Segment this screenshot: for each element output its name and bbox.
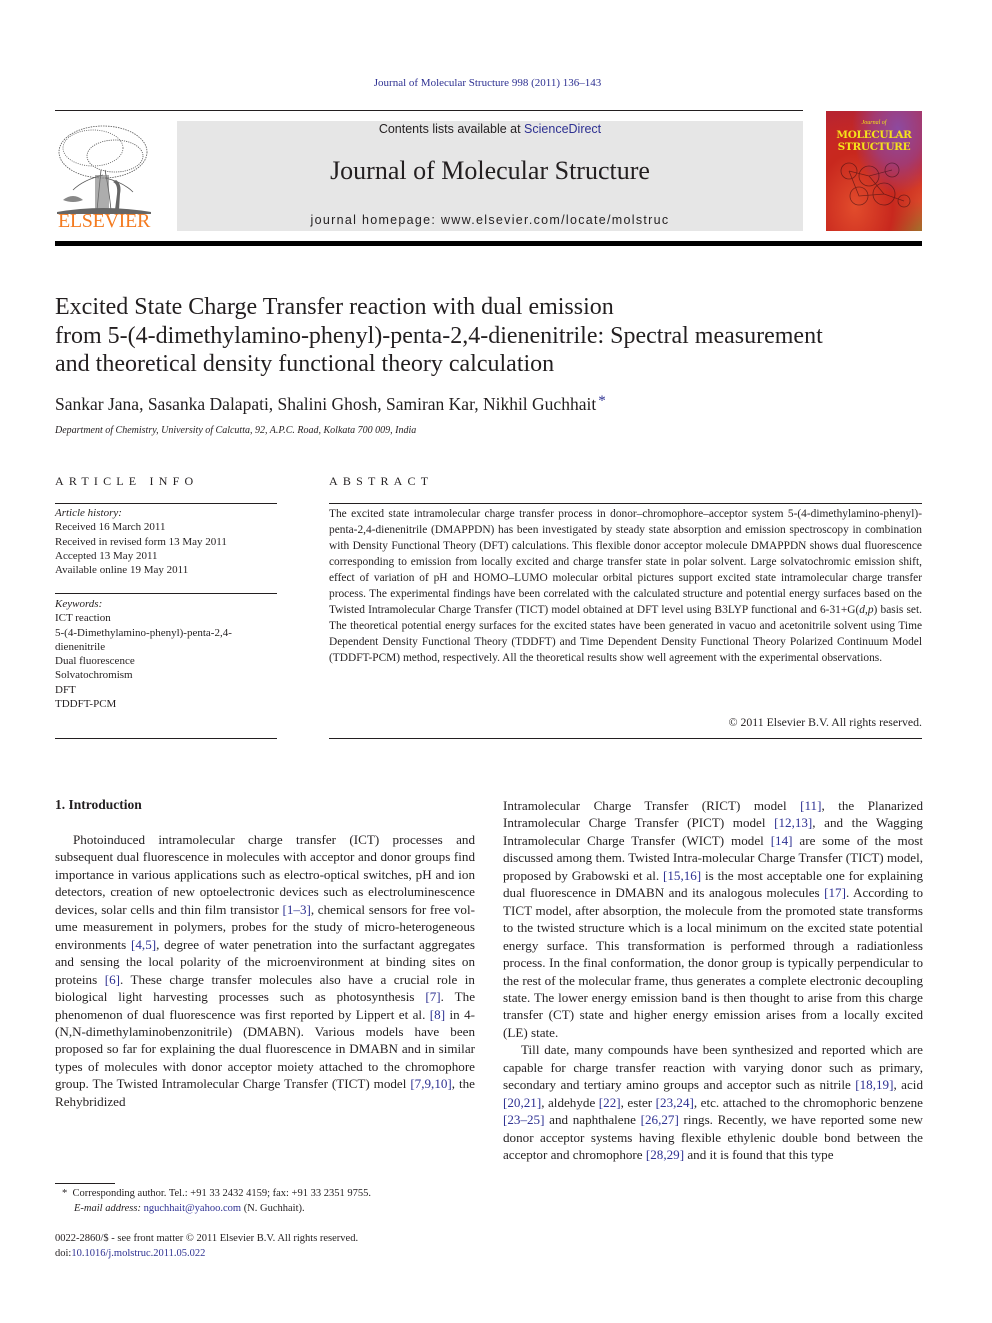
history-item: Received in revised form 13 May 2011 (55, 535, 227, 548)
doi-link[interactable]: 10.1016/j.molstruc.2011.05.022 (71, 1248, 205, 1259)
text-segment: . According to TICT model, after absorpt… (503, 885, 923, 1040)
abstract-text: The excited state intramolecular charge … (329, 507, 922, 667)
intro-paragraph-2: Till date, many compounds have been synt… (503, 1041, 923, 1163)
abstract-rule (329, 503, 922, 504)
email-label: E-mail address: (74, 1203, 141, 1214)
body-column-right: Intramolecular Charge Transfer (RICT) mo… (503, 797, 923, 1164)
abstract-heading: ABSTRACT (329, 474, 434, 488)
journal-homepage-link[interactable]: journal homepage: www.elsevier.com/locat… (177, 213, 803, 227)
issn-line: 0022-2860/$ - see front matter © 2011 El… (55, 1233, 359, 1244)
intro-paragraph-1-continued: Intramolecular Charge Transfer (RICT) mo… (503, 797, 923, 1041)
article-title: Excited State Charge Transfer reaction w… (55, 293, 935, 379)
citation-link[interactable]: [22] (599, 1095, 621, 1110)
corresponding-author-footnote: * Corresponding author. Tel.: +91 33 243… (62, 1186, 371, 1216)
journal-title: Journal of Molecular Structure (330, 156, 650, 185)
citation-link[interactable]: [8] (430, 1007, 445, 1022)
authors-text: Sankar Jana, Sasanka Dalapati, Shalini G… (55, 394, 597, 414)
keywords-block: Keywords: ICT reaction 5-(4-Dimethylamin… (55, 597, 277, 711)
affiliation: Department of Chemistry, University of C… (55, 425, 417, 436)
history-item: Accepted 13 May 2011 (55, 549, 158, 562)
history-item: Received 16 March 2011 (55, 521, 166, 534)
author-list: Sankar Jana, Sasanka Dalapati, Shalini G… (55, 393, 606, 415)
top-rule (55, 110, 803, 111)
abstract-bottom-rule (329, 738, 922, 739)
cover-title-line: MOLECULAR (836, 129, 912, 141)
citation-link[interactable]: [14] (771, 833, 793, 848)
citation-link[interactable]: [4,5] (131, 937, 156, 952)
section-heading-introduction: 1. Introduction (55, 797, 142, 812)
cover-title-line: STRUCTURE (837, 141, 911, 153)
citation-link[interactable]: [23,24] (656, 1095, 694, 1110)
title-line: and theoretical density functional theor… (55, 351, 555, 377)
citation-link[interactable]: [17] (824, 885, 846, 900)
footnote-mark: * (62, 1188, 68, 1199)
keywords-rule (55, 593, 277, 594)
email-suffix: (N. Guchhait). (241, 1203, 305, 1214)
keyword-item: TDDFT-PCM (55, 698, 117, 711)
title-line: from 5-(4-dimethylamino-phenyl)-penta-2,… (55, 322, 823, 349)
intro-paragraph-1: Photoinduced intramolecular charge trans… (55, 831, 475, 1110)
title-line: Excited State Charge Transfer reaction w… (55, 294, 614, 320)
issn-block: 0022-2860/$ - see front matter © 2011 El… (55, 1231, 358, 1261)
body-column-left: Photoinduced intramolecular charge trans… (55, 831, 475, 1110)
article-info-heading: ARTICLE INFO (55, 474, 199, 488)
abstract-copyright: © 2011 Elsevier B.V. All rights reserved… (728, 715, 922, 729)
history-item: Available online 19 May 2011 (55, 564, 189, 577)
footnote-contact: Corresponding author. Tel.: +91 33 2432 … (72, 1188, 371, 1199)
keywords-label: Keywords: (55, 598, 103, 610)
citation-link[interactable]: [18,19] (855, 1077, 893, 1092)
keyword-item: DFT (55, 683, 76, 696)
keyword-item: Solvatochromism (55, 669, 133, 682)
running-head[interactable]: Journal of Molecular Structure 998 (2011… (0, 77, 975, 89)
cover-title: MOLECULAR STRUCTURE (828, 129, 920, 153)
email-link[interactable]: nguchhait@yahoo.com (144, 1203, 241, 1214)
text-segment: Intramolecular Charge Transfer (RICT) mo… (503, 798, 801, 813)
citation-link[interactable]: [7] (425, 989, 440, 1004)
sciencedirect-link[interactable]: ScienceDirect (524, 122, 601, 136)
article-history: Article history: Received 16 March 2011 … (55, 506, 277, 577)
elsevier-wordmark[interactable]: ELSEVIER (53, 210, 155, 233)
contents-line: Contents lists available at ScienceDirec… (177, 121, 803, 136)
history-label: Article history: (55, 507, 122, 519)
journal-banner: Contents lists available at ScienceDirec… (177, 121, 803, 231)
footnote-rule (55, 1183, 115, 1184)
citation-link[interactable]: [28,29] (646, 1147, 684, 1162)
cover-pretitle: Journal of (861, 120, 887, 126)
doi-label: doi: (55, 1248, 72, 1259)
keyword-item: 5-(4-Dimethylamino-phenyl)-penta-2,4-die… (55, 626, 232, 653)
corresponding-author-mark[interactable]: * (598, 393, 606, 409)
keyword-item: ICT reaction (55, 612, 111, 625)
text-segment: and it is found that this type (684, 1147, 834, 1163)
citation-link[interactable]: [6] (105, 972, 120, 987)
cover-network-graphic-icon (840, 162, 911, 208)
article-info-rule (55, 503, 277, 504)
text-segment: , aldehyde (541, 1094, 599, 1110)
text-segment: , etc. attached to the chromophoric benz… (693, 1094, 923, 1110)
text-segment: , ester (620, 1094, 656, 1110)
citation-link[interactable]: [23–25] (503, 1112, 544, 1127)
citation-link[interactable]: [26,27] (641, 1112, 679, 1127)
keyword-item: Dual fluorescence (55, 655, 135, 668)
journal-cover-image[interactable]: Journal of MOLECULAR STRUCTURE (826, 111, 922, 231)
citation-link[interactable]: [7,9,10] (410, 1076, 451, 1091)
citation-link[interactable]: [15,16] (663, 868, 701, 883)
text-segment: and naphtha­lene (544, 1112, 641, 1128)
article-info-bottom-rule (55, 738, 277, 739)
citation-link[interactable]: [11] (800, 798, 821, 813)
header-thick-rule (55, 241, 922, 246)
text-segment: , acid (893, 1077, 923, 1093)
contents-prefix: Contents lists available at (378, 122, 525, 136)
abstract-segment: The excited state intramolecular charge … (329, 508, 922, 616)
citation-link[interactable]: [12,13] (774, 815, 812, 830)
citation-link[interactable]: [20,21] (503, 1095, 541, 1110)
citation-link[interactable]: [1–3] (282, 902, 310, 917)
